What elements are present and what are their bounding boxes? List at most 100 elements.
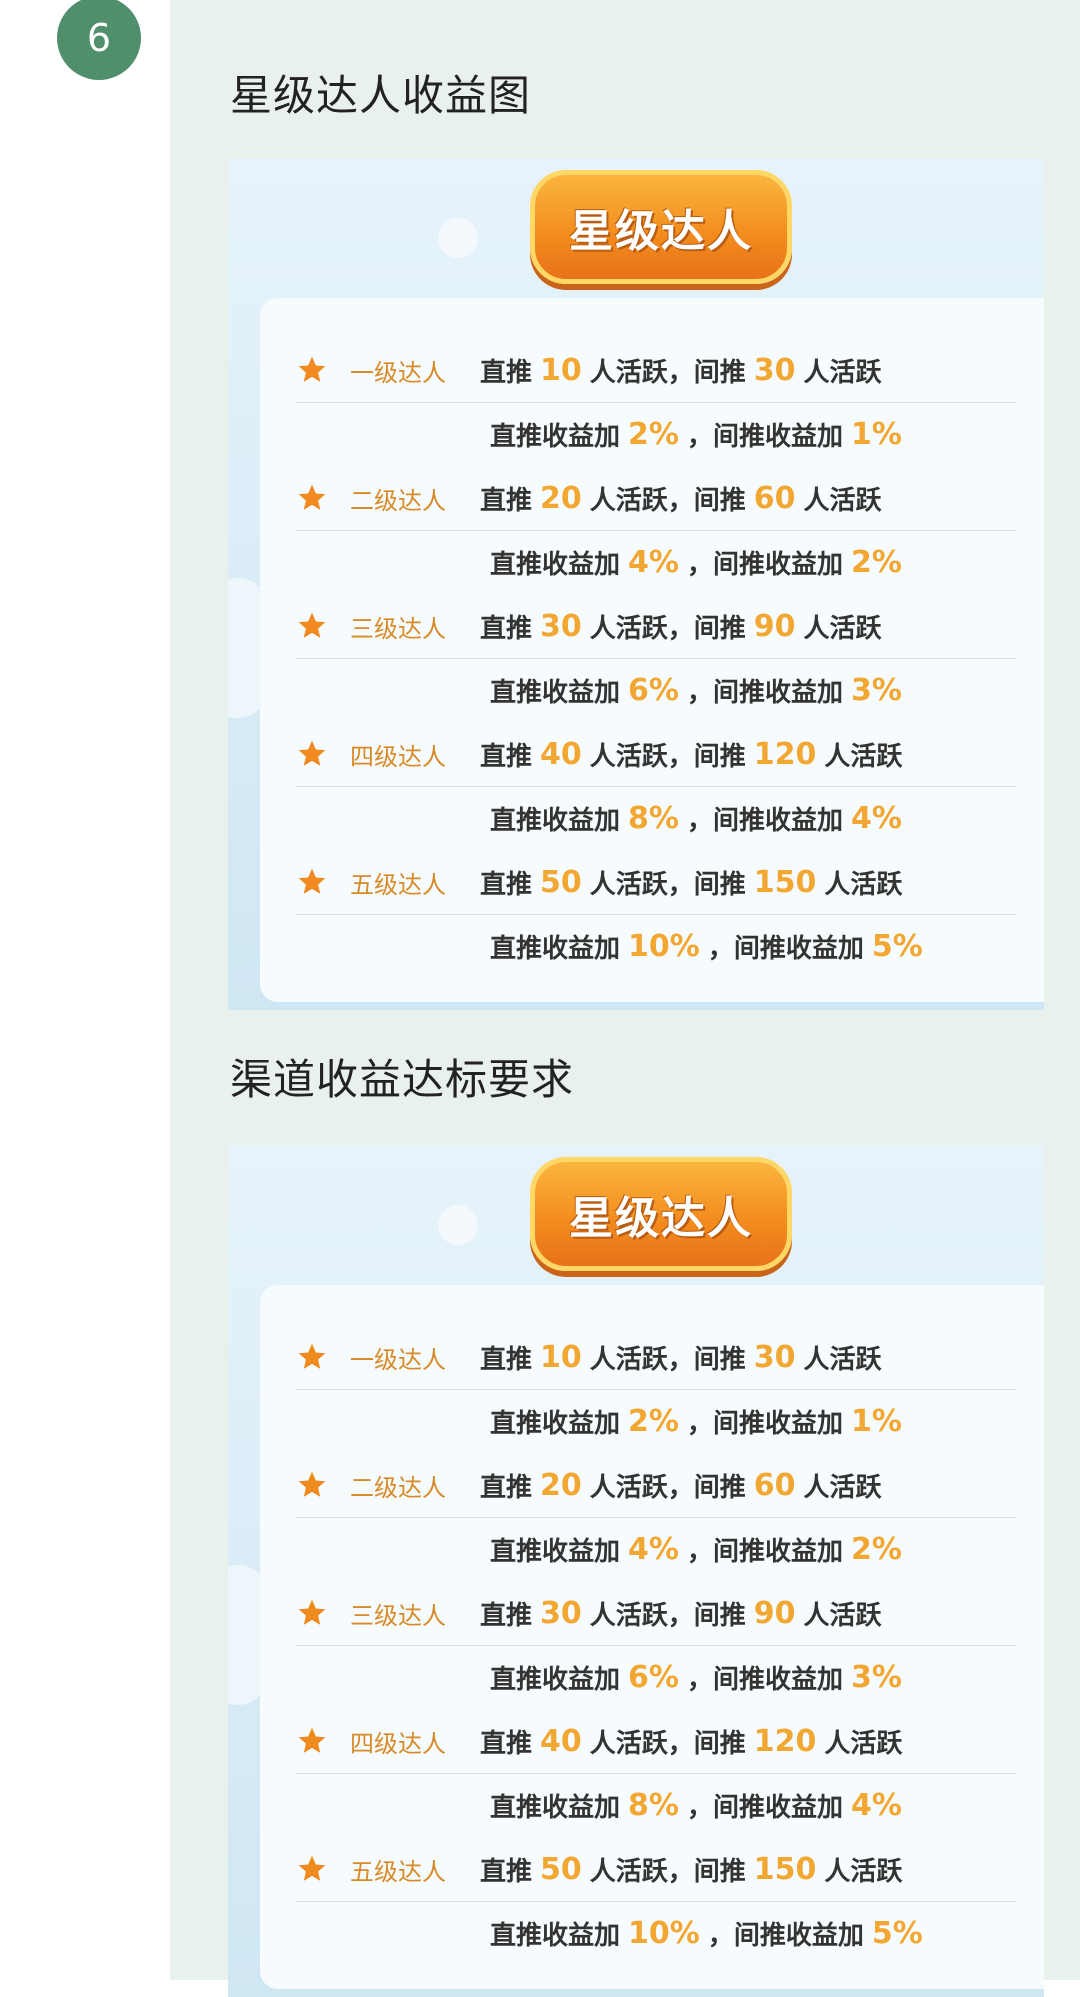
banner-title: 星级达人 [569,206,753,257]
tier-name: 四级达人 [350,742,446,771]
direct-bonus-label: 直推收益加 [490,1408,621,1439]
indirect-count: 60 [753,480,796,516]
tier-bonus-line: 直推收益加 8%，间推收益加 4% [260,786,1044,850]
star-icon [296,738,328,770]
active-suffix: 人活跃， [589,1472,694,1503]
indirect-bonus-value: 2% [850,544,902,580]
tier-bonus-line: 直推收益加 4%，间推收益加 2% [260,1517,1044,1581]
tier-row: 三级达人 直推 30 人活跃， 间推 90 人活跃 直推收益加 6%，间推收益加 3% [260,594,1044,722]
direct-label: 直推 [480,1344,533,1375]
tier-row: 一级达人 直推 10 人活跃， 间推 30 人活跃 直推收益加 2%，间推收益加 1% [260,1325,1044,1453]
active-end: 人活跃 [824,869,903,900]
direct-count: 10 [540,1339,582,1375]
tier-bonus-line: 直推收益加 2%，间推收益加 1% [260,402,1044,466]
direct-bonus-value: 10% [628,1915,700,1951]
direct-bonus-value: 6% [628,1659,679,1695]
active-end: 人活跃 [803,357,882,388]
direct-bonus-value: 4% [628,544,679,580]
active-end: 人活跃 [803,1472,882,1503]
tier-name: 一级达人 [350,358,446,387]
tier-name: 四级达人 [350,1729,446,1758]
indirect-label: 间推 [693,741,746,772]
indirect-bonus-value: 1% [850,416,902,452]
decor-bubble [438,1205,478,1245]
indirect-bonus-value: 3% [850,1659,902,1695]
direct-bonus-label: 直推收益加 [490,1920,621,1951]
direct-count: 50 [540,864,582,900]
direct-bonus-value: 4% [628,1531,679,1567]
poster-image[interactable]: 星级达人 一级达人 直推 10 人活跃， 间推 30 人活跃 直推收益加 2%，间推收益加 1% 二… [228,158,1044,1010]
direct-count: 10 [540,352,582,388]
direct-bonus-value: 10% [628,928,700,964]
indirect-bonus-value: 5% [871,1915,923,1951]
indirect-label: 间推 [693,1344,746,1375]
direct-label: 直推 [480,357,533,388]
indirect-label: 间推 [693,1472,746,1503]
indirect-bonus-label: 间推收益加 [712,421,843,452]
tier-name: 三级达人 [350,1601,446,1630]
comma: ， [686,805,713,836]
active-suffix: 人活跃， [589,485,694,516]
tier-row: 三级达人 直推 30 人活跃， 间推 90 人活跃 直推收益加 6%，间推收益加 3% [260,1581,1044,1709]
direct-count: 40 [540,1723,582,1759]
tier-requirement-line: 五级达人 直推 50 人活跃， 间推 150 人活跃 [296,850,1016,915]
tier-bonus-line: 直推收益加 2%，间推收益加 1% [260,1389,1044,1453]
indirect-bonus-label: 间推收益加 [712,805,843,836]
direct-count: 50 [540,1851,582,1887]
direct-label: 直推 [480,1856,533,1887]
indirect-count: 30 [753,1339,796,1375]
indirect-label: 间推 [693,613,746,644]
active-suffix: 人活跃， [589,741,694,772]
direct-bonus-value: 6% [628,672,679,708]
active-suffix: 人活跃， [589,613,694,644]
direct-count: 30 [540,608,582,644]
direct-label: 直推 [480,741,533,772]
direct-bonus-label: 直推收益加 [490,1792,621,1823]
tier-name: 二级达人 [350,1473,446,1502]
active-suffix: 人活跃， [589,1600,694,1631]
star-icon [296,1597,328,1629]
star-icon [296,1469,328,1501]
direct-label: 直推 [480,613,533,644]
indirect-label: 间推 [693,869,746,900]
star-icon [296,1725,328,1757]
indirect-count: 150 [753,1851,817,1887]
comma: ， [686,1664,713,1695]
direct-bonus-label: 直推收益加 [490,933,621,964]
tier-requirement-line: 四级达人 直推 40 人活跃， 间推 120 人活跃 [296,1709,1016,1774]
tier-bonus-line: 直推收益加 6%，间推收益加 3% [260,658,1044,722]
banner-title: 星级达人 [569,1193,753,1244]
indirect-label: 间推 [693,1600,746,1631]
indirect-bonus-value: 5% [871,928,923,964]
tier-row: 一级达人 直推 10 人活跃， 间推 30 人活跃 直推收益加 2%，间推收益加 1% [260,338,1044,466]
direct-bonus-label: 直推收益加 [490,1536,621,1567]
active-end: 人活跃 [824,741,903,772]
indirect-bonus-label: 间推收益加 [733,933,864,964]
comma: ， [686,1792,713,1823]
tier-requirement-line: 二级达人 直推 20 人活跃， 间推 60 人活跃 [296,466,1016,531]
indirect-bonus-value: 1% [850,1403,902,1439]
direct-count: 40 [540,736,582,772]
star-icon [296,1853,328,1885]
banner: 星级达人 [530,1157,792,1271]
active-end: 人活跃 [824,1856,903,1887]
tier-row: 四级达人 直推 40 人活跃， 间推 120 人活跃 直推收益加 8%，间推收益加 4% [260,1709,1044,1837]
comma: ， [686,1536,713,1567]
direct-label: 直推 [480,1472,533,1503]
tier-bonus-line: 直推收益加 10%，间推收益加 5% [260,914,1044,978]
direct-label: 直推 [480,1728,533,1759]
tier-requirement-line: 一级达人 直推 10 人活跃， 间推 30 人活跃 [296,338,1016,403]
left-gutter [0,0,170,1980]
direct-count: 20 [540,1467,582,1503]
star-icon [296,866,328,898]
section-heading: 星级达人收益图 [230,71,532,120]
poster-image[interactable]: 星级达人 一级达人 直推 10 人活跃， 间推 30 人活跃 直推收益加 2%，间推收益加 1% 二… [228,1145,1044,1997]
tier-requirement-line: 四级达人 直推 40 人活跃， 间推 120 人活跃 [296,722,1016,787]
star-icon [296,482,328,514]
tier-name: 二级达人 [350,486,446,515]
direct-bonus-value: 8% [628,1787,679,1823]
active-suffix: 人活跃， [589,1728,694,1759]
tier-row: 二级达人 直推 20 人活跃， 间推 60 人活跃 直推收益加 4%，间推收益加 2% [260,1453,1044,1581]
indirect-bonus-label: 间推收益加 [712,549,843,580]
active-suffix: 人活跃， [589,1856,694,1887]
